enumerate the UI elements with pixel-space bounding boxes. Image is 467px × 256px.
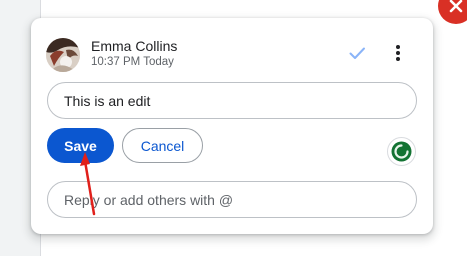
- comment-edit-text: This is an edit: [64, 92, 151, 109]
- status-ring-icon: [391, 141, 412, 162]
- save-button[interactable]: Save: [47, 128, 114, 163]
- avatar-image: [46, 38, 80, 72]
- avatar: [46, 38, 80, 72]
- close-icon: [449, 0, 463, 13]
- comment-card: Emma Collins 10:37 PM Today This is an e…: [31, 18, 433, 234]
- reply-placeholder: Reply or add others with @: [64, 191, 234, 208]
- resolve-button[interactable]: [344, 40, 370, 66]
- more-options-button[interactable]: [387, 40, 409, 66]
- status-indicator: [387, 137, 416, 166]
- author-name: Emma Collins: [91, 38, 178, 54]
- checkmark-icon: [349, 47, 365, 59]
- cancel-button[interactable]: Cancel: [122, 128, 203, 163]
- comment-edit-input[interactable]: This is an edit: [47, 82, 417, 119]
- reply-input[interactable]: Reply or add others with @: [47, 181, 417, 218]
- more-vert-icon: [396, 45, 400, 61]
- comment-timestamp: 10:37 PM Today: [91, 56, 174, 68]
